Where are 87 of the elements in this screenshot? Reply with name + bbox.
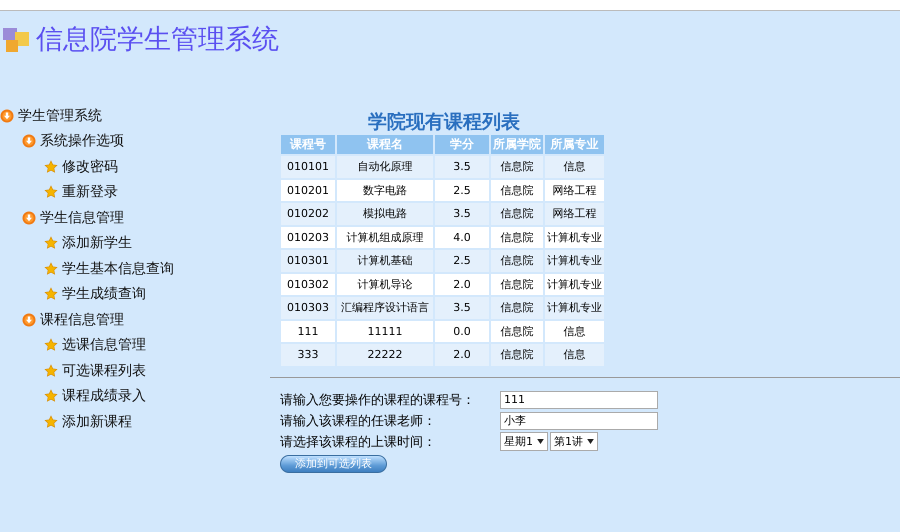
down-arrow-icon	[22, 210, 36, 225]
table-cell: 网络工程	[545, 180, 604, 201]
table-cell: 模拟电路	[337, 203, 433, 224]
table-cell: 010301	[281, 250, 335, 272]
table-cell: 11111	[337, 320, 433, 342]
field-label: 请输入您要操作的课程的课程号：	[280, 392, 476, 408]
table-title: 学院现有课程列表	[367, 110, 521, 133]
table-cell: 信息	[545, 320, 604, 342]
table-cell: 自动化原理	[337, 156, 433, 178]
star-icon	[44, 364, 58, 378]
table-cell: 2.0	[435, 274, 489, 295]
nav-item[interactable]: 课程信息管理	[40, 310, 124, 329]
field-label: 请输入该课程的任课老师：	[280, 412, 437, 430]
table-cell: 计算机导论	[337, 274, 433, 295]
star-icon	[44, 414, 58, 429]
table-cell: 2.0	[435, 344, 489, 366]
table-cell: 010101	[281, 156, 335, 178]
dropdown[interactable]: 星期1	[500, 432, 548, 451]
table-cell: 汇编程序设计语言	[337, 297, 433, 318]
star-icon	[44, 287, 58, 302]
table-cell: 010202	[281, 203, 335, 224]
down-arrow-icon	[22, 312, 36, 327]
dropdown[interactable]: 第1讲	[550, 432, 598, 451]
column-header: 所属学院	[491, 135, 543, 154]
table-cell: 信息院	[491, 344, 543, 366]
table-cell: 计算机专业	[545, 226, 604, 248]
table-cell: 信息院	[491, 156, 543, 178]
table-cell: 信息院	[491, 180, 543, 201]
table-cell: 信息院	[491, 274, 543, 295]
input-field[interactable]: 111	[500, 390, 658, 408]
column-header: 学分	[435, 135, 489, 154]
table-cell: 4.0	[435, 226, 489, 248]
star-icon	[44, 236, 58, 250]
table-cell: 计算机基础	[337, 250, 433, 272]
table-cell: 计算机专业	[545, 274, 604, 295]
column-header: 课程号	[281, 135, 335, 154]
star-icon	[44, 262, 58, 276]
column-header: 课程名	[337, 135, 433, 154]
table-cell: 计算机专业	[545, 250, 604, 272]
table-cell: 信息院	[491, 226, 543, 248]
table-cell: 010302	[281, 274, 335, 295]
down-arrow-icon	[22, 134, 36, 148]
table-cell: 3.5	[435, 297, 489, 318]
table-cell: 计算机专业	[545, 297, 604, 318]
down-arrow-icon	[0, 108, 14, 123]
table-cell: 010201	[281, 180, 335, 201]
nav-item[interactable]: 选课信息管理	[62, 336, 146, 354]
table-cell: 010203	[281, 226, 335, 248]
table-cell: 010303	[281, 297, 335, 318]
nav-item[interactable]: 系统操作选项	[40, 132, 124, 150]
nav-item[interactable]: 修改密码	[62, 158, 118, 176]
table-cell: 0.0	[435, 320, 489, 342]
table-cell: 网络工程	[545, 203, 604, 224]
table-cell: 计算机组成原理	[337, 226, 433, 248]
table-cell: 22222	[337, 344, 433, 366]
caret-icon	[537, 439, 544, 444]
table-cell: 信息	[545, 344, 604, 366]
table-cell: 信息院	[491, 320, 543, 342]
nav-item[interactable]: 学生信息管理	[40, 208, 124, 227]
table-cell: 信息院	[491, 250, 543, 272]
nav-item[interactable]: 添加新学生	[62, 234, 132, 252]
field-label: 请选择该课程的上课时间：	[280, 434, 437, 450]
table-cell: 3.5	[435, 203, 489, 224]
nav-item[interactable]: 课程成绩录入	[62, 387, 146, 406]
table-cell: 333	[281, 344, 335, 366]
nav-item[interactable]: 学生基本信息查询	[62, 260, 174, 278]
star-icon	[44, 338, 58, 352]
input-field[interactable]: 小李	[500, 412, 658, 430]
app-title: 信息院学生管理系统	[36, 23, 279, 57]
star-icon	[44, 185, 58, 200]
table-cell: 2.5	[435, 180, 489, 201]
caret-icon	[587, 439, 594, 444]
table-cell: 信息院	[491, 297, 543, 318]
nav-item[interactable]: 重新登录	[62, 183, 118, 202]
table-cell: 3.5	[435, 156, 489, 178]
column-header: 所属专业	[545, 135, 604, 154]
star-icon	[44, 160, 58, 174]
star-icon	[44, 389, 58, 404]
nav-item[interactable]: 学生管理系统	[18, 106, 102, 125]
nav-item[interactable]: 可选课程列表	[62, 362, 146, 380]
table-cell: 111	[281, 320, 335, 342]
table-cell: 数字电路	[337, 180, 433, 201]
table-cell: 信息	[545, 156, 604, 178]
nav-item[interactable]: 学生成绩查询	[62, 285, 146, 304]
table-cell: 信息院	[491, 203, 543, 224]
nav-item[interactable]: 添加新课程	[62, 412, 132, 431]
table-cell: 2.5	[435, 250, 489, 272]
